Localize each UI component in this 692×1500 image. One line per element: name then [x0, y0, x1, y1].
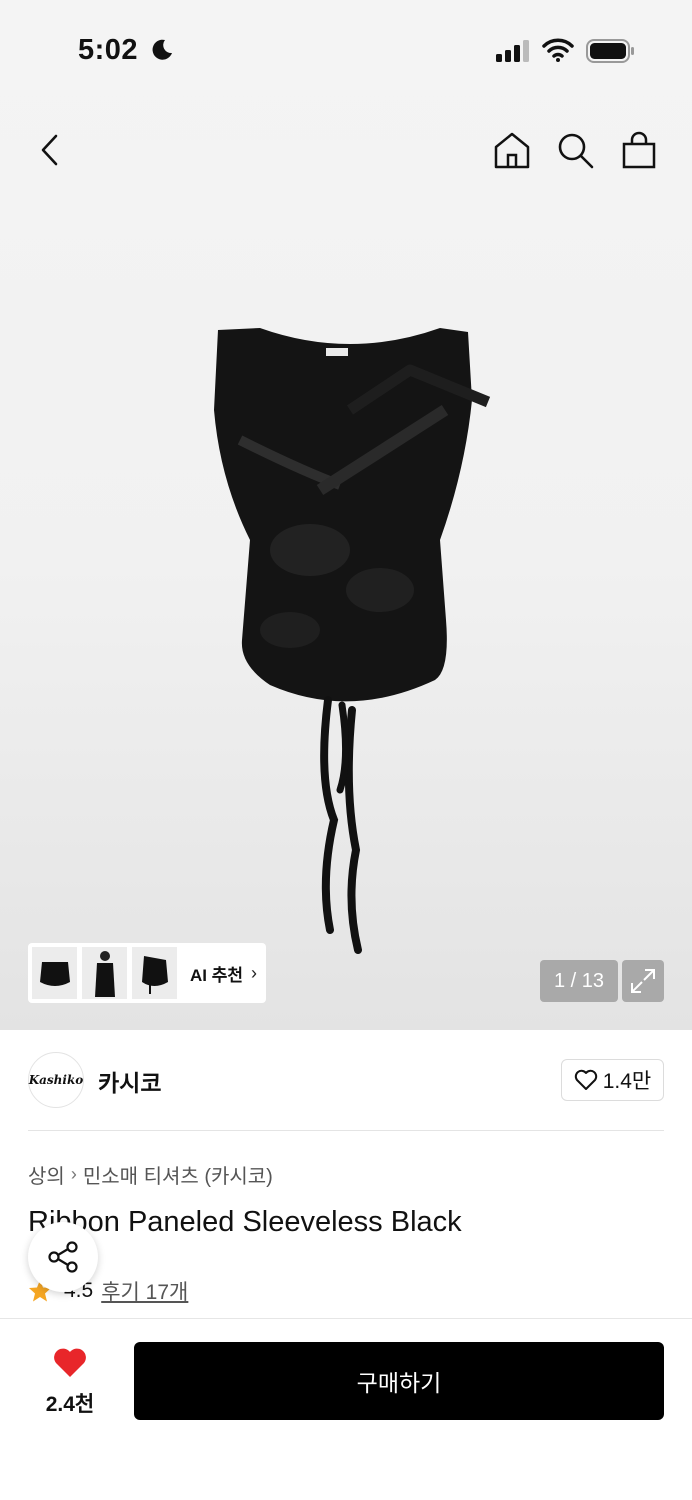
- heart-outline-icon: [574, 1069, 597, 1090]
- expand-button[interactable]: [622, 960, 664, 1002]
- brand-row: Kashiko 카시코 1.4만: [0, 1030, 692, 1130]
- cart-button[interactable]: [617, 128, 661, 172]
- search-button[interactable]: [553, 128, 597, 172]
- brand-like-count: 1.4만: [602, 1070, 652, 1093]
- brand-like-button[interactable]: 1.4만: [561, 1059, 664, 1101]
- recommend-thumbnail[interactable]: [132, 947, 177, 999]
- back-button[interactable]: [28, 128, 72, 172]
- subcategory-link[interactable]: 민소매 티셔츠 (카시코): [83, 1160, 273, 1189]
- wishlist-count: 2.4천: [45, 1393, 95, 1416]
- chevron-right-icon: ›: [251, 962, 258, 983]
- product-gallery[interactable]: 5:02 AI 추천 › 1 / 13: [0, 0, 692, 1030]
- product-title: Ribbon Paneled Sleeveless Black: [28, 1206, 462, 1238]
- status-bar: 5:02: [0, 0, 692, 100]
- heart-filled-icon: [54, 1348, 86, 1377]
- top-nav: [0, 120, 692, 180]
- share-button[interactable]: [28, 1222, 98, 1292]
- bottom-action-bar: 2.4천 구매하기: [0, 1318, 692, 1500]
- category-link[interactable]: 상의: [28, 1160, 65, 1189]
- moon-icon: [150, 38, 174, 67]
- home-button[interactable]: [490, 128, 534, 172]
- chevron-left-icon: [41, 134, 58, 166]
- shopping-bag-icon: [622, 131, 656, 169]
- share-icon: [48, 1241, 78, 1273]
- divider: [28, 1130, 664, 1131]
- product-image[interactable]: [200, 320, 500, 960]
- brand-logo[interactable]: Kashiko: [28, 1052, 84, 1108]
- status-time: 5:02: [78, 34, 139, 66]
- brand-name[interactable]: 카시코: [98, 1064, 161, 1098]
- breadcrumb: 상의 › 민소매 티셔츠 (카시코): [28, 1160, 273, 1189]
- search-icon: [558, 133, 594, 169]
- expand-icon: [631, 969, 655, 993]
- signal-icon: [496, 40, 532, 67]
- buy-button[interactable]: 구매하기: [134, 1342, 664, 1420]
- wifi-icon: [542, 38, 574, 67]
- ai-recommend-strip[interactable]: AI 추천 ›: [28, 943, 266, 1003]
- battery-icon: [586, 38, 636, 69]
- home-icon: [494, 132, 530, 169]
- recommend-thumbnail[interactable]: [32, 947, 77, 999]
- ai-recommend-label: AI 추천: [190, 965, 244, 985]
- wishlist-button[interactable]: 2.4천: [28, 1347, 112, 1418]
- image-counter: 1 / 13: [540, 960, 618, 1002]
- reviews-link[interactable]: 후기 17개: [101, 1276, 188, 1306]
- chevron-right-icon: ›: [70, 1164, 77, 1184]
- recommend-thumbnail[interactable]: [82, 947, 127, 999]
